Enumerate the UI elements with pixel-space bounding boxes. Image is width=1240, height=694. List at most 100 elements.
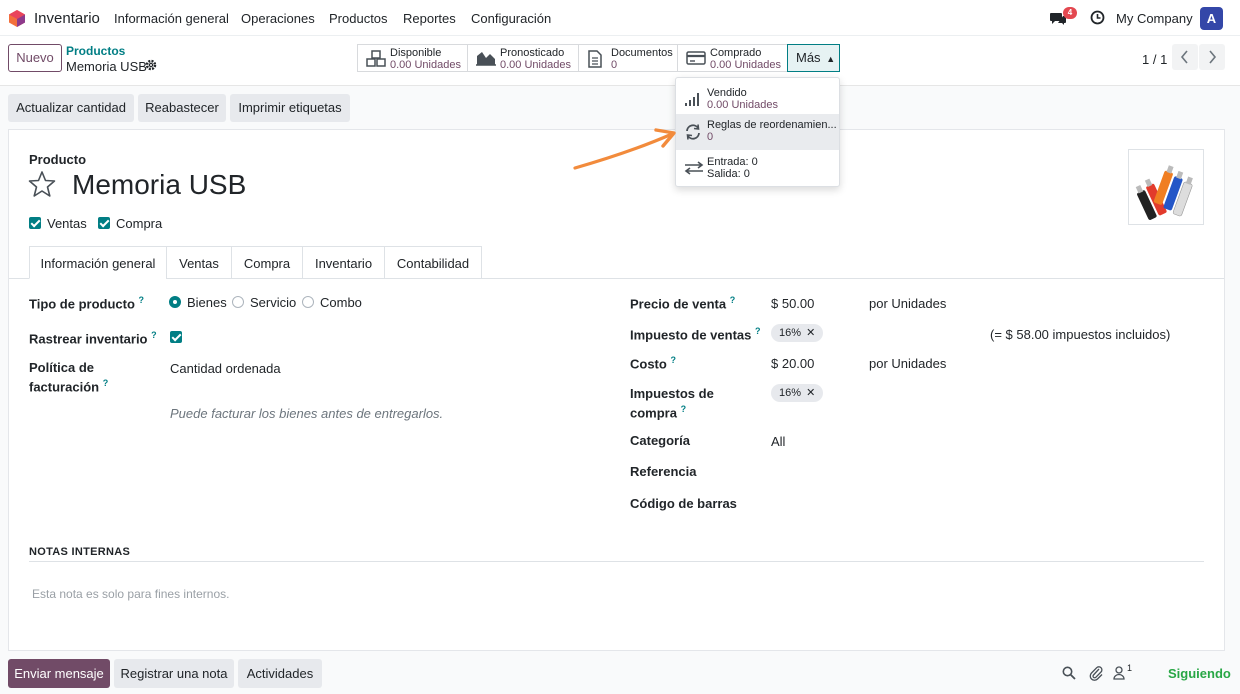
messages-badge: 4 — [1063, 7, 1077, 19]
following-button[interactable]: Siguiendo — [1168, 666, 1231, 681]
stat-value: 0.00 Unidades — [390, 59, 461, 71]
print-labels-button[interactable]: Imprimir etiquetas — [230, 94, 350, 122]
new-button[interactable]: Nuevo — [8, 44, 62, 72]
dropdown-item-salida: Salida: 0 — [707, 168, 750, 180]
remove-tag-icon[interactable]: ✕ — [806, 327, 815, 339]
tab-inventario[interactable]: Inventario — [302, 246, 385, 279]
tab-ventas[interactable]: Ventas — [166, 246, 232, 279]
track-inventory-checkbox[interactable] — [170, 331, 182, 343]
menu-reportes[interactable]: Reportes — [403, 11, 456, 26]
product-label: Producto — [29, 152, 87, 167]
stat-label: Pronosticado — [500, 47, 565, 59]
internal-notes-title: NOTAS INTERNAS — [29, 546, 131, 558]
product-name[interactable]: Memoria USB — [72, 169, 246, 201]
followers-icon[interactable] — [1113, 666, 1125, 680]
top-navbar: Inventario Información general Operacion… — [0, 0, 1240, 36]
billing-hint: Puede facturar los bienes antes de entre… — [170, 406, 444, 421]
breadcrumb-productos[interactable]: Productos — [66, 44, 125, 58]
send-message-button[interactable]: Enviar mensaje — [8, 659, 110, 688]
activities-button[interactable]: Actividades — [238, 659, 322, 688]
sale-price-unit: por Unidades — [869, 296, 947, 311]
stat-disponible[interactable]: Disponible 0.00 Unidades — [357, 44, 468, 72]
refresh-icon — [686, 124, 700, 140]
area-chart-icon — [476, 52, 496, 66]
radio-servicio[interactable] — [232, 296, 244, 308]
menu-operaciones[interactable]: Operaciones — [241, 11, 315, 26]
replenish-button[interactable]: Reabastecer — [138, 94, 226, 122]
dropdown-item-reorder-rules[interactable]: Reglas de reordenamien... 0 — [676, 114, 839, 150]
app-name[interactable]: Inventario — [34, 10, 100, 27]
dropdown-item-value: 0.00 Unidades — [707, 99, 778, 111]
document-icon — [588, 50, 602, 68]
app-logo-icon[interactable] — [9, 10, 25, 27]
dropdown-item-value: 0 — [707, 131, 714, 143]
followers-count: 1 — [1127, 663, 1133, 673]
more-label: Más — [796, 50, 821, 65]
pager-next-button[interactable] — [1199, 44, 1225, 70]
dropdown-item-label: Reglas de reordenamien... — [707, 119, 837, 131]
radio-combo[interactable] — [302, 296, 314, 308]
dropdown-item-in-out[interactable]: Entrada: 0 Salida: 0 — [676, 151, 839, 187]
clock-icon[interactable] — [1090, 10, 1105, 25]
stat-value: 0.00 Unidades — [500, 59, 571, 71]
pager-value[interactable]: 1 / 1 — [1142, 52, 1167, 67]
track-inventory-label: Rastrear inventario ? — [29, 330, 157, 347]
stat-value: 0 — [611, 59, 618, 71]
tab-informacion-general[interactable]: Información general — [29, 246, 167, 279]
gear-icon[interactable] — [145, 59, 157, 71]
usb-drives-image — [1135, 165, 1193, 220]
tab-compra[interactable]: Compra — [231, 246, 303, 279]
company-switcher[interactable]: My Company — [1116, 11, 1193, 26]
purchase-checkbox[interactable] — [98, 217, 110, 229]
purchase-tax-label-line2: compra ? — [630, 404, 687, 421]
search-icon[interactable] — [1062, 666, 1076, 680]
cost-value[interactable]: $ 20.00 — [771, 356, 814, 371]
billing-policy-label-line1: Política de — [29, 360, 95, 375]
menu-productos[interactable]: Productos — [329, 11, 388, 26]
category-label: Categoría — [630, 433, 690, 448]
transfer-arrows-icon — [684, 161, 704, 175]
purchase-tax-label-line1: Impuestos de — [630, 386, 714, 401]
signal-bars-icon — [685, 93, 699, 106]
boxes-icon — [366, 50, 386, 67]
update-quantity-button[interactable]: Actualizar cantidad — [8, 94, 134, 122]
chevron-right-icon — [1209, 50, 1217, 64]
sale-price-value[interactable]: $ 50.00 — [771, 296, 814, 311]
category-value[interactable]: All — [771, 434, 785, 449]
log-note-button[interactable]: Registrar una nota — [114, 659, 234, 688]
sales-checkbox-label: Ventas — [47, 216, 87, 231]
billing-policy-value[interactable]: Cantidad ordenada — [170, 361, 281, 376]
menu-configuracion[interactable]: Configuración — [471, 11, 551, 26]
user-avatar[interactable]: A — [1200, 7, 1223, 30]
sales-tax-tag[interactable]: 16% ✕ — [771, 324, 824, 342]
radio-bienes-label: Bienes — [187, 295, 227, 310]
product-image[interactable] — [1128, 149, 1204, 225]
notes-divider — [29, 561, 1204, 562]
purchase-checkbox-label: Compra — [116, 216, 163, 231]
dropdown-item-entrada: Entrada: 0 — [707, 156, 758, 168]
breadcrumb-current: Memoria USB — [66, 59, 147, 74]
pager-previous-button[interactable] — [1172, 44, 1198, 70]
favorite-star-icon[interactable] — [28, 170, 56, 198]
cost-unit: por Unidades — [869, 356, 947, 371]
form-sheet — [8, 129, 1225, 651]
radio-servicio-label: Servicio — [250, 295, 297, 310]
sales-checkbox[interactable] — [29, 217, 41, 229]
dropdown-item-vendido[interactable]: Vendido 0.00 Unidades — [676, 82, 839, 118]
tab-contabilidad[interactable]: Contabilidad — [384, 246, 482, 279]
remove-tag-icon[interactable]: ✕ — [806, 387, 815, 399]
stat-documentos[interactable]: Documentos 0 — [578, 44, 678, 72]
stat-label: Disponible — [390, 47, 442, 59]
annotation-arrow-icon — [573, 128, 676, 170]
more-button[interactable]: Más ▲ — [787, 44, 840, 72]
internal-notes-input[interactable]: Esta nota es solo para fines internos. — [32, 587, 229, 601]
menu-informacion-general[interactable]: Información general — [114, 11, 229, 26]
reference-label: Referencia — [630, 464, 697, 479]
purchase-tax-tag[interactable]: 16% ✕ — [771, 384, 824, 402]
stat-pronosticado[interactable]: Pronosticado 0.00 Unidades — [467, 44, 579, 72]
paperclip-icon[interactable] — [1089, 665, 1103, 681]
cost-label: Costo ? — [630, 355, 676, 372]
stat-value: 0.00 Unidades — [710, 59, 781, 71]
stat-comprado[interactable]: Comprado 0.00 Unidades — [677, 44, 788, 72]
radio-bienes[interactable] — [169, 296, 181, 308]
